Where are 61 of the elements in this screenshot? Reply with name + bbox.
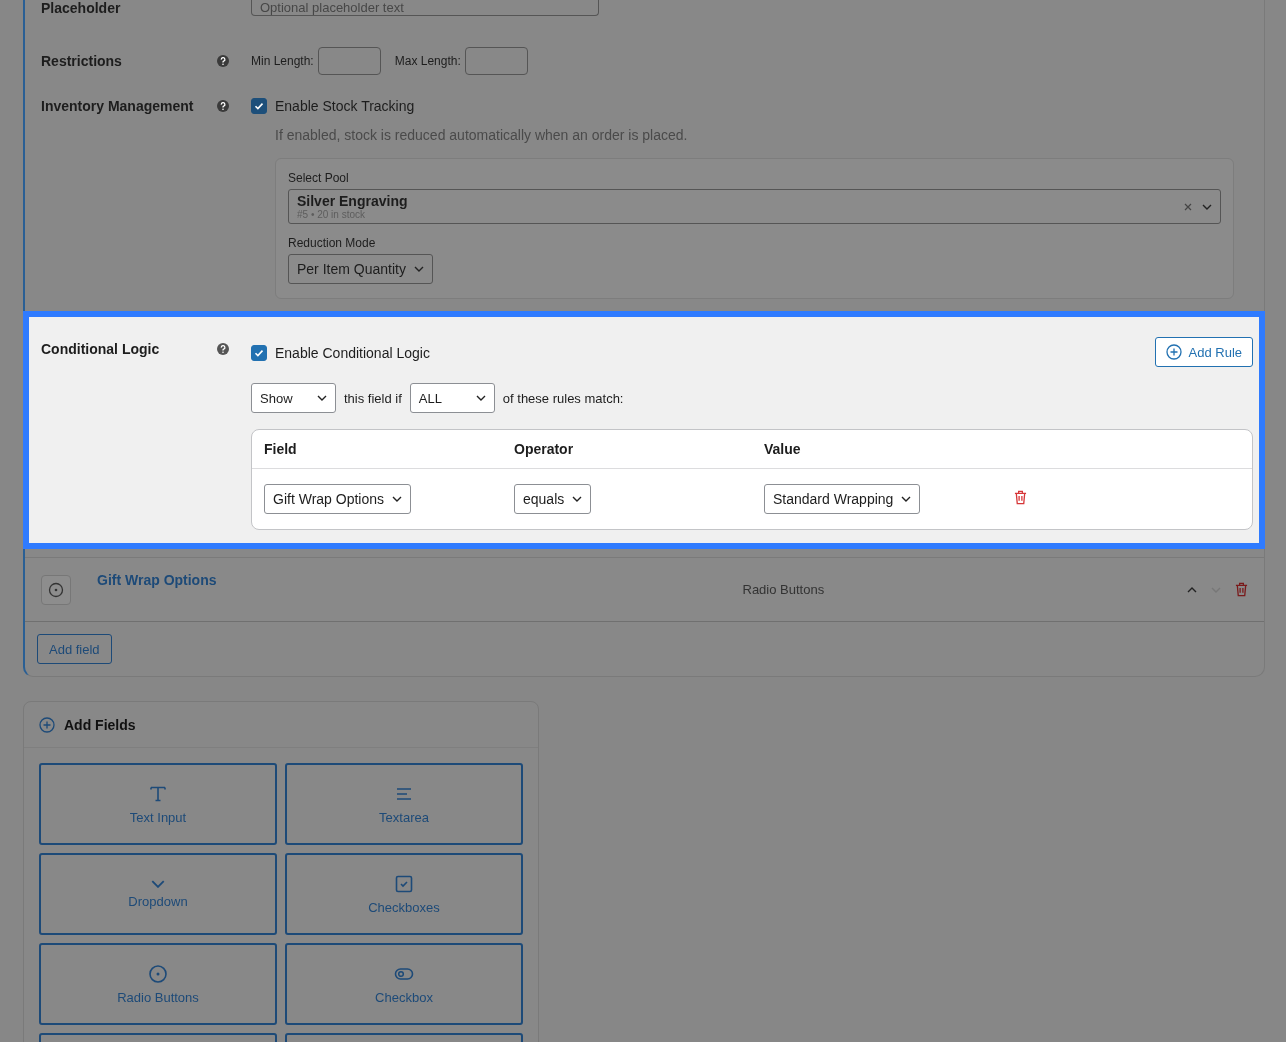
chevron-down-icon (901, 496, 912, 502)
chevron-down-icon (1202, 203, 1212, 210)
chevron-down-icon (317, 395, 327, 401)
max-length-label: Max Length: (394, 54, 461, 68)
value-select[interactable]: Standard Wrapping (764, 484, 921, 514)
field-type-card[interactable]: Radio Buttons (39, 943, 277, 1025)
panel-title: Add Fields (64, 716, 136, 733)
min-length-input[interactable] (317, 47, 381, 75)
field-select[interactable]: Gift Wrap Options (264, 484, 411, 514)
field-type-card[interactable]: Checkboxes (285, 853, 523, 935)
field-type-card[interactable]: Textarea (285, 763, 523, 845)
column-header: Operator (514, 441, 575, 457)
field-label: Restrictions (41, 53, 123, 69)
plus-circle-icon (39, 716, 55, 733)
column-header: Value (764, 441, 802, 457)
connector-text: this field if (344, 390, 402, 406)
field-name: Gift Wrap Options (97, 572, 218, 588)
radio-icon (148, 963, 168, 984)
add-rule-button[interactable]: Add Rule (1154, 337, 1253, 367)
field-type-card[interactable]: Dropdown (39, 853, 277, 935)
help-icon[interactable] (217, 343, 229, 355)
placeholder-input[interactable]: Optional placeholder text (251, 0, 599, 16)
column-header: Field (264, 441, 298, 457)
checkbox-label: Enable Conditional Logic (275, 345, 430, 361)
field-label: Placeholder (41, 0, 122, 18)
plus-circle-icon (1165, 344, 1182, 360)
trash-icon[interactable] (1014, 490, 1027, 505)
field-label: Select Pool (288, 171, 350, 185)
field-type-card[interactable]: Text Input (39, 763, 277, 845)
action-select[interactable]: Show (251, 383, 336, 413)
radio-icon (41, 574, 71, 605)
close-icon[interactable] (1184, 202, 1192, 211)
chevron-down-icon (392, 496, 402, 502)
field-type: Radio Buttons (742, 582, 825, 597)
help-icon[interactable] (217, 55, 229, 67)
connector-text: of these rules match: (502, 390, 624, 406)
trash-icon[interactable] (1235, 582, 1248, 597)
checkmark-icon (253, 347, 265, 359)
chevron-down-icon (475, 395, 486, 401)
field-label: Inventory Management (41, 98, 195, 116)
field-list-item[interactable]: Gift Wrap Options Radio Buttons (25, 557, 1264, 622)
help-icon[interactable] (217, 100, 229, 112)
checkbox[interactable] (251, 345, 267, 361)
max-length-input[interactable] (464, 47, 528, 75)
add-field-button[interactable]: Add field (37, 634, 112, 664)
match-select[interactable]: ALL (409, 383, 495, 413)
checkbox[interactable] (251, 98, 267, 114)
chevron-up-icon[interactable] (1187, 586, 1197, 593)
checkmark-icon (253, 100, 265, 112)
min-length-label: Min Length: (251, 54, 314, 68)
field-label: Reduction Mode (288, 236, 377, 250)
operator-select[interactable]: equals (514, 484, 592, 514)
chevron-down-icon (572, 496, 583, 502)
field-type-card[interactable]: Checkbox (285, 943, 523, 1025)
reduction-mode-select[interactable]: Per Item Quantity (288, 254, 433, 284)
field-label: Conditional Logic (41, 341, 161, 359)
checkbox-label: Enable Stock Tracking (275, 98, 415, 114)
chevron-down-icon (151, 879, 165, 888)
hint-text: If enabled, stock is reduced automatically when an order is placed. (275, 127, 689, 143)
chevron-down-icon (413, 266, 424, 272)
checkbox-icon (394, 873, 414, 894)
